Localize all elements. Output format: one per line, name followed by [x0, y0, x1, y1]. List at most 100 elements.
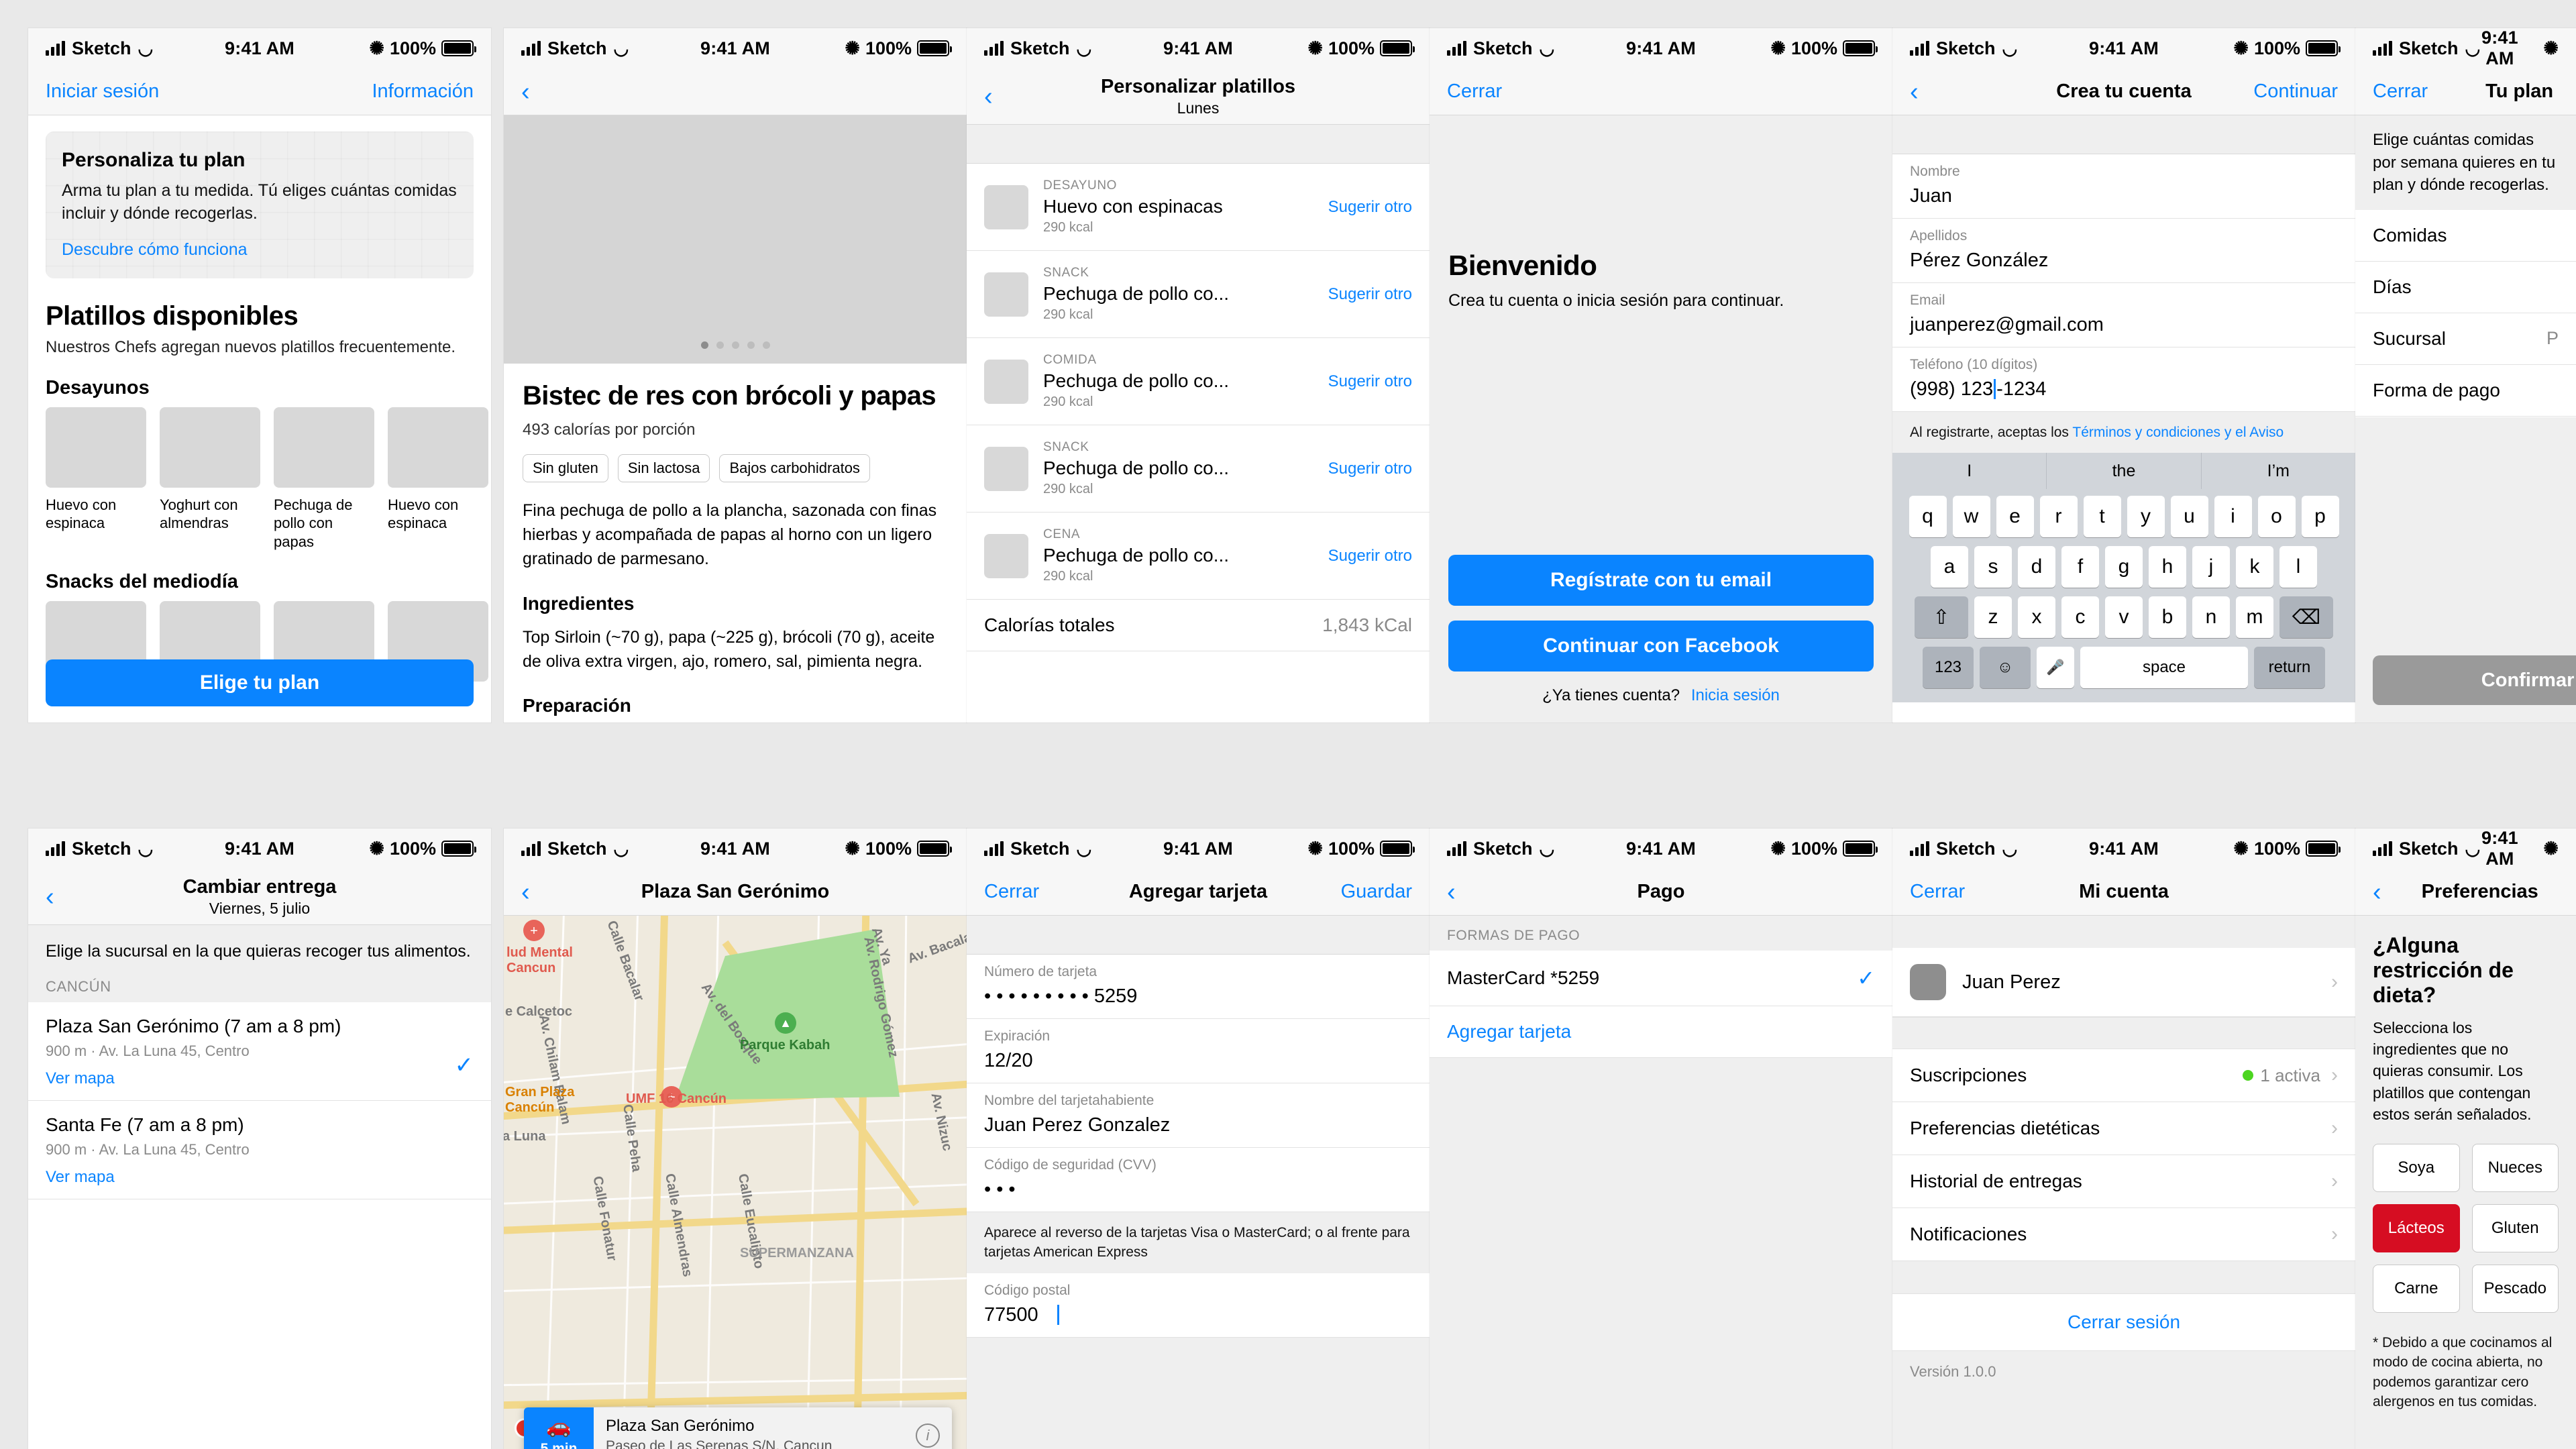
- suggest-other-button[interactable]: Sugerir otro: [1328, 372, 1412, 391]
- dish-tile[interactable]: Pechuga de pollo con papas: [274, 407, 374, 551]
- field-expiration[interactable]: Expiración 12/20: [967, 1019, 1430, 1083]
- add-card-button[interactable]: Agregar tarjeta: [1430, 1006, 1892, 1058]
- back-icon[interactable]: ‹: [1447, 879, 1456, 905]
- key-k[interactable]: k: [2236, 546, 2273, 588]
- meal-row[interactable]: SNACK Pechuga de pollo co... 290 kcal Suger…: [967, 251, 1430, 338]
- key-p[interactable]: p: [2301, 496, 2339, 538]
- close-button[interactable]: Cerrar: [984, 881, 1039, 903]
- plan-row-dias[interactable]: Días: [2355, 261, 2576, 313]
- key-e[interactable]: e: [1996, 496, 2034, 538]
- account-row-history[interactable]: Historial de entregas ›: [1892, 1155, 2355, 1208]
- key-a[interactable]: a: [1931, 546, 1968, 588]
- numbers-key[interactable]: 123: [1923, 647, 1974, 689]
- chip-gluten[interactable]: Gluten: [2471, 1203, 2559, 1252]
- profile-row[interactable]: Juan Perez ›: [1892, 948, 2355, 1017]
- field-card-number[interactable]: Número de tarjeta • • • • • • • • • 5259: [967, 955, 1430, 1019]
- carousel-dot[interactable]: [716, 341, 724, 349]
- close-button[interactable]: Cerrar: [1447, 80, 1502, 103]
- back-icon[interactable]: ‹: [46, 884, 54, 910]
- key-s[interactable]: s: [1974, 546, 2012, 588]
- key-f[interactable]: f: [2061, 546, 2099, 588]
- field-zip[interactable]: Código postal 77500: [967, 1273, 1430, 1338]
- meal-row[interactable]: SNACK Pechuga de pollo co... 290 kcal Suger…: [967, 425, 1430, 513]
- keyboard-predictions[interactable]: I the I’m: [1892, 453, 2355, 490]
- key-u[interactable]: u: [2170, 496, 2208, 538]
- dish-tile[interactable]: Huevo con espinaca: [46, 407, 146, 551]
- info-button[interactable]: Información: [372, 80, 474, 103]
- meal-row[interactable]: COMIDA Pechuga de pollo co... 290 kcal Suge…: [967, 338, 1430, 425]
- key-d[interactable]: d: [2018, 546, 2055, 588]
- dish-tile[interactable]: Yoghurt con almendras: [160, 407, 260, 551]
- dish-hero-image[interactable]: [504, 115, 967, 364]
- prediction-key[interactable]: I’m: [2202, 453, 2355, 489]
- close-button[interactable]: Cerrar: [2373, 80, 2428, 103]
- keyboard[interactable]: I the I’m q w e r t y u i o p a s d f g …: [1892, 453, 2355, 703]
- prediction-key[interactable]: I: [1892, 453, 2047, 490]
- field-email[interactable]: Email juanperez@gmail.com: [1892, 283, 2355, 347]
- view-map-link[interactable]: Ver mapa: [46, 1069, 474, 1088]
- save-button[interactable]: Guardar: [1341, 881, 1412, 903]
- field-cardholder[interactable]: Nombre del tarjetahabiente Juan Perez Go…: [967, 1083, 1430, 1148]
- back-icon[interactable]: ‹: [521, 879, 530, 905]
- carousel-dot[interactable]: [747, 341, 755, 349]
- login-link[interactable]: Inicia sesión: [1691, 686, 1780, 704]
- key-r[interactable]: r: [2039, 496, 2078, 538]
- field-nombre[interactable]: Nombre Juan: [1892, 154, 2355, 219]
- dish-carousel[interactable]: Huevo con espinaca Yoghurt con almendras…: [28, 407, 491, 551]
- dictation-key[interactable]: 🎤: [2037, 647, 2074, 689]
- account-row-diet[interactable]: Preferencias dietéticas ›: [1892, 1102, 2355, 1155]
- promo-link[interactable]: Descubre cómo funciona: [62, 240, 248, 260]
- space-key[interactable]: space: [2080, 647, 2248, 689]
- account-row-notifications[interactable]: Notificaciones ›: [1892, 1208, 2355, 1261]
- view-map-link[interactable]: Ver mapa: [46, 1168, 474, 1187]
- suggest-other-button[interactable]: Sugerir otro: [1328, 460, 1412, 478]
- back-icon[interactable]: ‹: [1910, 79, 1919, 105]
- chip-lacteos[interactable]: Lácteos: [2373, 1203, 2460, 1252]
- chip-soya[interactable]: Soya: [2373, 1143, 2460, 1192]
- terms-link[interactable]: Términos y condiciones y el Aviso: [2072, 425, 2284, 440]
- suggest-other-button[interactable]: Sugerir otro: [1328, 547, 1412, 566]
- emoji-key[interactable]: ☺: [1980, 647, 2031, 689]
- key-b[interactable]: b: [2149, 596, 2186, 639]
- meal-row[interactable]: CENA Pechuga de pollo co... 290 kcal Sugeri…: [967, 513, 1430, 600]
- field-telefono[interactable]: Teléfono (10 dígitos) (998) 123 -1234: [1892, 347, 2355, 412]
- eta-badge[interactable]: 🚗 5 min: [524, 1407, 594, 1449]
- key-j[interactable]: j: [2192, 546, 2230, 588]
- account-row-subscriptions[interactable]: Suscripciones 1 activa ›: [1892, 1049, 2355, 1102]
- carousel-dots[interactable]: [504, 341, 967, 349]
- key-l[interactable]: l: [2279, 546, 2317, 588]
- key-g[interactable]: g: [2105, 546, 2143, 588]
- saved-card-row[interactable]: MasterCard *5259 ✓: [1430, 951, 1892, 1006]
- key-o[interactable]: o: [2257, 496, 2296, 538]
- continue-button[interactable]: Continuar: [2253, 80, 2338, 103]
- callout-info[interactable]: Plaza San Gerónimo Paseo de Las Serenas …: [594, 1407, 952, 1449]
- key-w[interactable]: w: [1952, 496, 1990, 538]
- back-icon[interactable]: ‹: [984, 84, 993, 109]
- prediction-key[interactable]: the: [2047, 453, 2202, 490]
- continue-facebook-button[interactable]: Continuar con Facebook: [1448, 621, 1874, 672]
- branch-item[interactable]: Plaza San Gerónimo (7 am a 8 pm) 900 m ·…: [28, 1002, 491, 1101]
- chip-carne[interactable]: Carne: [2373, 1264, 2460, 1313]
- login-button[interactable]: Iniciar sesión: [46, 80, 159, 103]
- key-y[interactable]: y: [2127, 496, 2165, 538]
- meal-row[interactable]: DESAYUNO Huevo con espinacas 290 kcal Suger…: [967, 164, 1430, 251]
- plan-row-pago[interactable]: Forma de pago: [2355, 364, 2576, 417]
- suggest-other-button[interactable]: Sugerir otro: [1328, 285, 1412, 304]
- info-icon[interactable]: i: [916, 1424, 940, 1448]
- map-callout[interactable]: 🚗 5 min Plaza San Gerónimo Paseo de Las …: [524, 1407, 952, 1449]
- key-n[interactable]: n: [2192, 596, 2230, 639]
- carousel-dot[interactable]: [762, 341, 770, 349]
- key-z[interactable]: z: [1974, 596, 2012, 639]
- field-cvv[interactable]: Código de seguridad (CVV) • • •: [967, 1148, 1430, 1212]
- confirm-subscription-button[interactable]: Confirmar suscripción: [2373, 655, 2576, 705]
- carousel-dot[interactable]: [700, 341, 708, 349]
- promo-card[interactable]: Personaliza tu plan Arma tu plan a tu me…: [46, 131, 474, 278]
- key-x[interactable]: x: [2018, 596, 2055, 639]
- chip-pescado[interactable]: Pescado: [2471, 1264, 2559, 1313]
- key-v[interactable]: v: [2105, 596, 2143, 639]
- backspace-key[interactable]: ⌫: [2279, 596, 2333, 639]
- branch-item[interactable]: Santa Fe (7 am a 8 pm) 900 m · Av. La Lu…: [28, 1101, 491, 1199]
- key-h[interactable]: h: [2149, 546, 2186, 588]
- chip-nueces[interactable]: Nueces: [2471, 1143, 2559, 1192]
- key-m[interactable]: m: [2236, 596, 2273, 639]
